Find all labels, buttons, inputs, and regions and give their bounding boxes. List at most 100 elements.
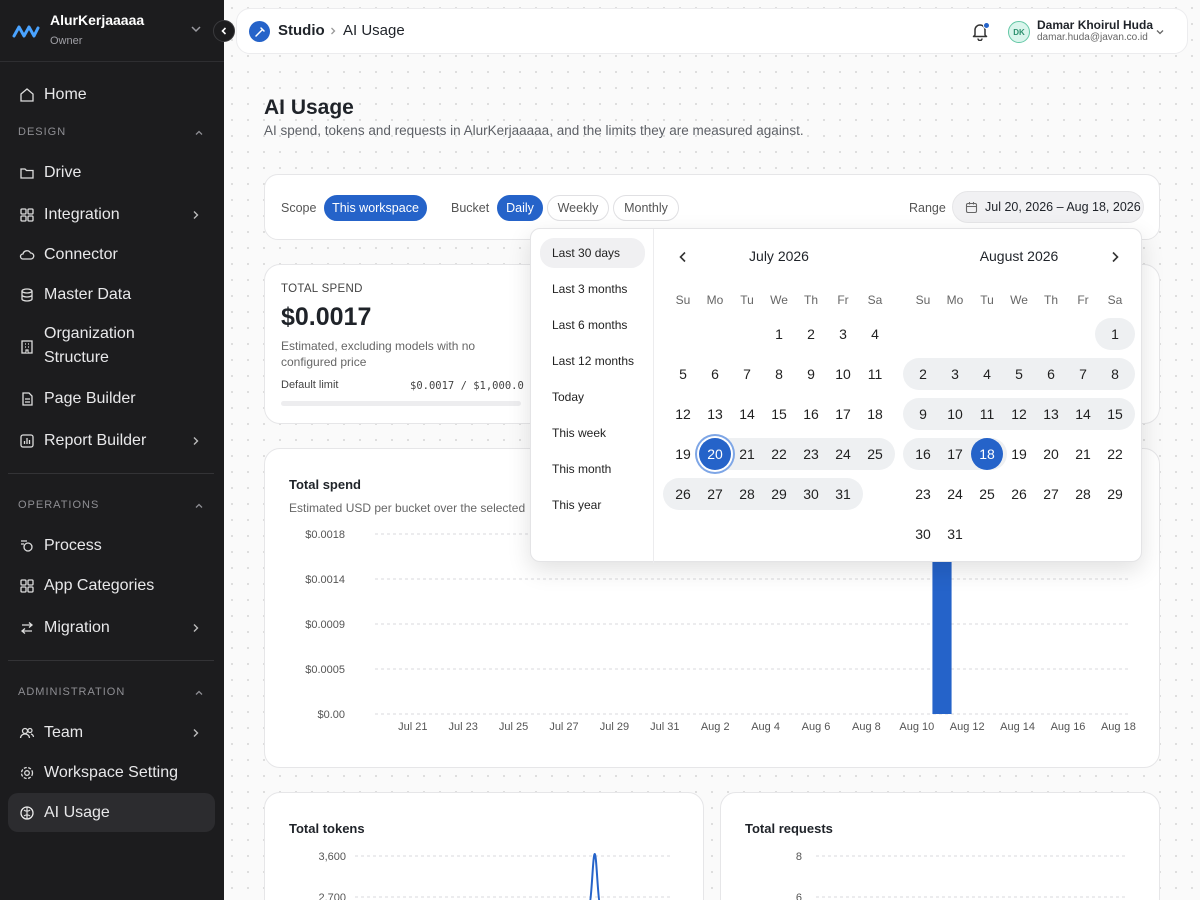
sidebar-item-page-builder[interactable]: Page Builder <box>8 386 215 412</box>
chevron-up-icon[interactable] <box>194 688 204 698</box>
range-start-day[interactable]: 20 <box>699 438 731 470</box>
bucket-daily-button[interactable]: Daily <box>497 195 543 221</box>
avatar[interactable]: DK <box>1008 21 1030 43</box>
calendar-day[interactable]: 17 <box>939 438 971 470</box>
calendar-day[interactable]: 19 <box>667 438 699 470</box>
calendar-day[interactable]: 23 <box>907 478 939 510</box>
calendar-day[interactable]: 29 <box>763 478 795 510</box>
chevron-left-icon[interactable] <box>677 250 689 264</box>
calendar-day[interactable]: 8 <box>1099 358 1131 390</box>
calendar-day[interactable]: 21 <box>731 438 763 470</box>
calendar-day[interactable]: 14 <box>731 398 763 430</box>
sidebar-item-migration[interactable]: Migration <box>8 615 215 641</box>
breadcrumb-studio[interactable]: Studio <box>278 22 325 39</box>
calendar-day[interactable]: 17 <box>827 398 859 430</box>
bucket-monthly-button[interactable]: Monthly <box>613 195 679 221</box>
calendar-day[interactable]: 28 <box>1067 478 1099 510</box>
chevron-up-icon[interactable] <box>194 128 204 138</box>
calendar-day[interactable]: 1 <box>763 318 795 350</box>
calendar-day[interactable]: 26 <box>1003 478 1035 510</box>
bucket-weekly-button[interactable]: Weekly <box>547 195 609 221</box>
calendar-day[interactable]: 4 <box>971 358 1003 390</box>
calendar-day[interactable]: 24 <box>827 438 859 470</box>
page-subtitle: AI spend, tokens and requests in AlurKer… <box>264 123 804 138</box>
sidebar-item-connector[interactable]: Connector <box>8 242 215 268</box>
calendar-day[interactable]: 6 <box>699 358 731 390</box>
sidebar-item-app-categories[interactable]: App Categories <box>8 573 215 599</box>
calendar-day[interactable]: 30 <box>795 478 827 510</box>
calendar-day[interactable]: 27 <box>699 478 731 510</box>
calendar-day[interactable]: 23 <box>795 438 827 470</box>
calendar-day[interactable]: 3 <box>827 318 859 350</box>
calendar-day[interactable]: 18 <box>859 398 891 430</box>
calendar-day[interactable]: 1 <box>1099 318 1131 350</box>
date-range-button[interactable]: Jul 20, 2026 – Aug 18, 2026 <box>952 191 1144 223</box>
calendar-day[interactable]: 5 <box>1003 358 1035 390</box>
preset-option[interactable]: This month <box>540 454 645 484</box>
calendar-day[interactable]: 7 <box>1067 358 1099 390</box>
calendar-day[interactable]: 27 <box>1035 478 1067 510</box>
calendar-day[interactable]: 16 <box>795 398 827 430</box>
calendar-day[interactable]: 6 <box>1035 358 1067 390</box>
sidebar-item-report-builder[interactable]: Report Builder <box>8 428 215 454</box>
preset-option[interactable]: This week <box>540 418 645 448</box>
calendar-day[interactable]: 11 <box>971 398 1003 430</box>
calendar-day[interactable]: 16 <box>907 438 939 470</box>
calendar-day[interactable]: 15 <box>763 398 795 430</box>
calendar-day[interactable]: 15 <box>1099 398 1131 430</box>
calendar-day[interactable]: 30 <box>907 518 939 550</box>
calendar-day[interactable]: 4 <box>859 318 891 350</box>
calendar-day[interactable]: 25 <box>859 438 891 470</box>
calendar-day[interactable]: 21 <box>1067 438 1099 470</box>
calendar-day[interactable]: 12 <box>667 398 699 430</box>
calendar-day[interactable]: 9 <box>795 358 827 390</box>
calendar-day[interactable]: 25 <box>971 478 1003 510</box>
calendar-day[interactable]: 13 <box>1035 398 1067 430</box>
calendar-day[interactable]: 26 <box>667 478 699 510</box>
calendar-day[interactable]: 24 <box>939 478 971 510</box>
sidebar-item-ai-usage[interactable]: AI Usage <box>8 793 215 832</box>
calendar-day[interactable]: 8 <box>763 358 795 390</box>
calendar-day[interactable]: 2 <box>907 358 939 390</box>
calendar-day[interactable]: 10 <box>939 398 971 430</box>
calendar-day[interactable]: 31 <box>827 478 859 510</box>
chevron-down-icon[interactable] <box>1155 27 1165 37</box>
calendar-day[interactable]: 22 <box>763 438 795 470</box>
calendar-day[interactable]: 13 <box>699 398 731 430</box>
chevron-right-icon[interactable] <box>1109 250 1121 264</box>
calendar-day[interactable]: 10 <box>827 358 859 390</box>
sidebar-item-master-data[interactable]: Master Data <box>8 282 215 308</box>
calendar-day[interactable]: 3 <box>939 358 971 390</box>
preset-option[interactable]: Last 30 days <box>540 238 645 268</box>
sidebar-item-process[interactable]: Process <box>8 533 215 559</box>
calendar-day[interactable]: 9 <box>907 398 939 430</box>
preset-option[interactable]: Last 6 months <box>540 310 645 340</box>
calendar-day[interactable]: 12 <box>1003 398 1035 430</box>
calendar-day[interactable]: 22 <box>1099 438 1131 470</box>
sidebar-item-team[interactable]: Team <box>8 720 215 746</box>
preset-option[interactable]: Last 3 months <box>540 274 645 304</box>
calendar-day[interactable]: 5 <box>667 358 699 390</box>
preset-option[interactable]: This year <box>540 490 645 520</box>
calendar-day[interactable]: 14 <box>1067 398 1099 430</box>
sidebar-item-integration[interactable]: Integration <box>8 202 215 228</box>
calendar-day[interactable]: 7 <box>731 358 763 390</box>
calendar-day[interactable]: 20 <box>1035 438 1067 470</box>
calendar-day[interactable]: 19 <box>1003 438 1035 470</box>
scope-select[interactable]: This workspace <box>324 195 427 221</box>
sidebar-item-home[interactable]: Home <box>8 82 215 108</box>
workspace-switcher[interactable]: AlurKerjaaaaa Owner <box>0 0 224 62</box>
preset-option[interactable]: Last 12 months <box>540 346 645 376</box>
calendar-day[interactable]: 11 <box>859 358 891 390</box>
sidebar-item-workspace-setting[interactable]: Workspace Setting <box>8 760 215 786</box>
calendar-day[interactable]: 28 <box>731 478 763 510</box>
chevron-up-icon[interactable] <box>194 501 204 511</box>
calendar-day[interactable]: 29 <box>1099 478 1131 510</box>
calendar-day[interactable]: 2 <box>795 318 827 350</box>
preset-option[interactable]: Today <box>540 382 645 412</box>
range-end-day[interactable]: 18 <box>971 438 1003 470</box>
collapse-sidebar-button[interactable] <box>213 20 235 42</box>
calendar-day[interactable]: 31 <box>939 518 971 550</box>
sidebar-item-drive[interactable]: Drive <box>8 160 215 186</box>
sidebar-item-organization-structure[interactable]: Organization Structure <box>8 322 215 372</box>
